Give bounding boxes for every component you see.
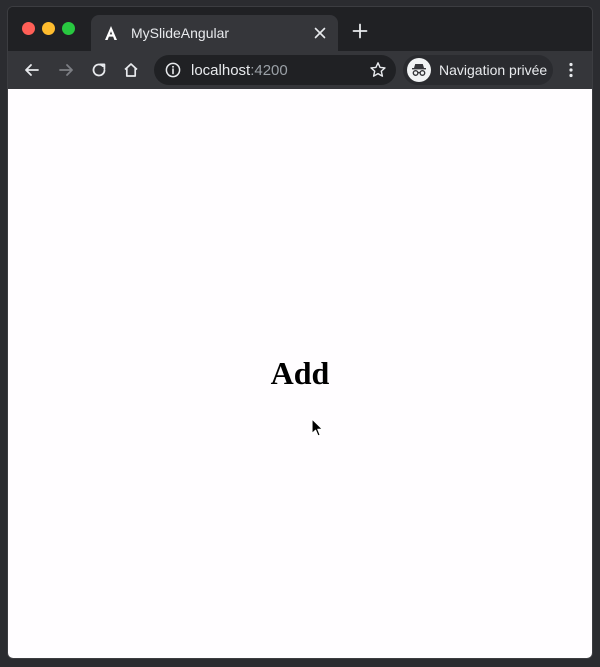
browser-tab[interactable]: MySlideAngular <box>91 15 338 51</box>
window-minimize-button[interactable] <box>42 22 55 35</box>
angular-icon <box>103 25 119 41</box>
page-heading: Add <box>270 355 330 391</box>
star-icon[interactable] <box>368 60 388 80</box>
home-icon[interactable] <box>120 59 142 81</box>
reload-icon[interactable] <box>88 59 110 81</box>
back-arrow-icon[interactable] <box>21 59 43 81</box>
incognito-label: Navigation privée <box>439 62 548 78</box>
browser-window: MySlideAngular localhost:4200 Navigation… <box>7 6 593 659</box>
incognito-profile-button[interactable]: Navigation privée <box>403 55 553 85</box>
info-icon[interactable] <box>164 61 182 79</box>
incognito-icon <box>407 58 431 82</box>
window-maximize-button[interactable] <box>62 22 75 35</box>
forward-arrow-icon[interactable] <box>55 59 77 81</box>
tab-close-icon[interactable] <box>310 23 330 43</box>
address-bar[interactable]: localhost:4200 <box>154 55 396 85</box>
tab-title: MySlideAngular <box>131 25 230 41</box>
url-host: localhost <box>191 61 251 79</box>
page-content: Add <box>8 89 592 658</box>
browser-toolbar: localhost:4200 Navigation privée <box>8 51 592 89</box>
window-close-button[interactable] <box>22 22 35 35</box>
url-text[interactable]: localhost:4200 <box>191 62 368 79</box>
url-port: :4200 <box>250 61 288 79</box>
new-tab-icon[interactable] <box>350 21 370 41</box>
tab-strip: MySlideAngular <box>8 7 592 51</box>
more-options-icon[interactable] <box>561 59 581 81</box>
mouse-cursor-icon <box>311 418 324 437</box>
